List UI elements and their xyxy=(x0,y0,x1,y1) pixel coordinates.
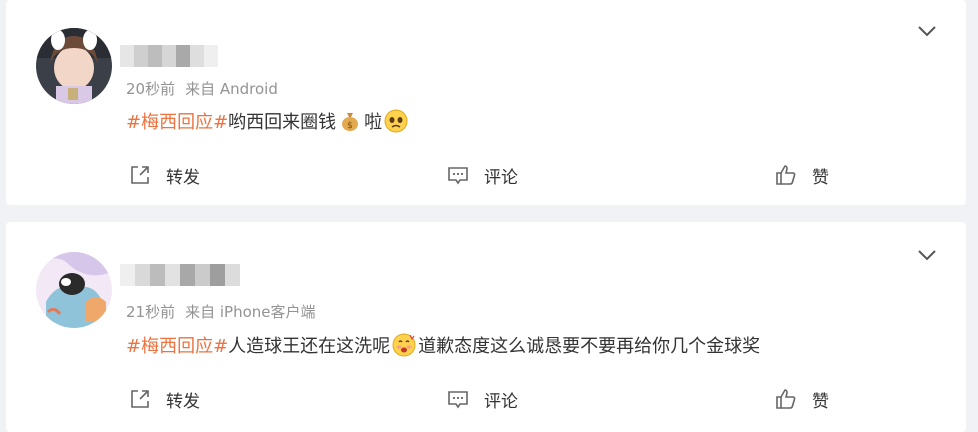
chevron-down-icon[interactable] xyxy=(916,20,938,42)
sad-face-icon xyxy=(384,109,408,133)
share-icon xyxy=(131,166,149,184)
drooling-face-icon xyxy=(392,333,416,357)
comment-label: 评论 xyxy=(484,391,518,412)
username-blurred[interactable] xyxy=(120,264,240,286)
hashtag-link[interactable]: #梅西回应# xyxy=(126,332,228,358)
comment-icon xyxy=(448,391,468,409)
chevron-down-icon[interactable] xyxy=(916,244,938,266)
post-actions: 转发 评论 赞 xyxy=(6,384,966,414)
svg-text:$: $ xyxy=(347,121,353,131)
weibo-post: 21秒前 来自 iPhone客户端 #梅西回应# 人造球王还在这洗呢 道歉态度这么… xyxy=(6,222,966,432)
thumbs-up-icon xyxy=(776,389,796,409)
avatar[interactable] xyxy=(36,252,112,328)
post-meta: 20秒前 来自 Android xyxy=(126,78,278,99)
post-text: 人造球王还在这洗呢 xyxy=(228,336,391,357)
comment-label: 评论 xyxy=(484,167,518,188)
avatar-image xyxy=(36,28,112,104)
thumbs-up-icon xyxy=(776,165,796,185)
comment-icon xyxy=(448,167,468,185)
comment-button[interactable]: 评论 xyxy=(446,160,518,190)
post-content: #梅西回应# 人造球王还在这洗呢 道歉态度这么诚恳要不要再给你几个金球奖 xyxy=(126,332,760,358)
post-time[interactable]: 21秒前 xyxy=(126,303,175,321)
username-blurred[interactable] xyxy=(120,45,220,67)
post-meta: 21秒前 来自 iPhone客户端 xyxy=(126,301,316,322)
post-content: #梅西回应# 哟西回来圈钱 $ 啦 xyxy=(126,108,410,134)
repost-button[interactable]: 转发 xyxy=(128,384,200,414)
weibo-post: 20秒前 来自 Android #梅西回应# 哟西回来圈钱 $ 啦 转发 评论 … xyxy=(6,0,966,205)
money-bag-icon: $ xyxy=(342,113,359,131)
post-actions: 转发 评论 赞 xyxy=(6,160,966,190)
post-text: 哟西回来圈钱 xyxy=(228,112,337,133)
comment-button[interactable]: 评论 xyxy=(446,384,518,414)
like-label: 赞 xyxy=(812,167,829,188)
post-text: 啦 xyxy=(364,112,383,133)
like-button[interactable]: 赞 xyxy=(774,160,829,190)
repost-label: 转发 xyxy=(166,167,200,188)
post-source: 来自 iPhone客户端 xyxy=(185,303,316,321)
avatar[interactable] xyxy=(36,28,112,104)
avatar-image xyxy=(36,252,112,328)
like-label: 赞 xyxy=(812,391,829,412)
post-time[interactable]: 20秒前 xyxy=(126,80,175,98)
repost-label: 转发 xyxy=(166,391,200,412)
post-text: 道歉态度这么诚恳要不要再给你几个金球奖 xyxy=(418,336,761,357)
share-icon xyxy=(131,390,149,408)
like-button[interactable]: 赞 xyxy=(774,384,829,414)
post-source: 来自 Android xyxy=(185,80,278,98)
repost-button[interactable]: 转发 xyxy=(128,160,200,190)
hashtag-link[interactable]: #梅西回应# xyxy=(126,108,228,134)
